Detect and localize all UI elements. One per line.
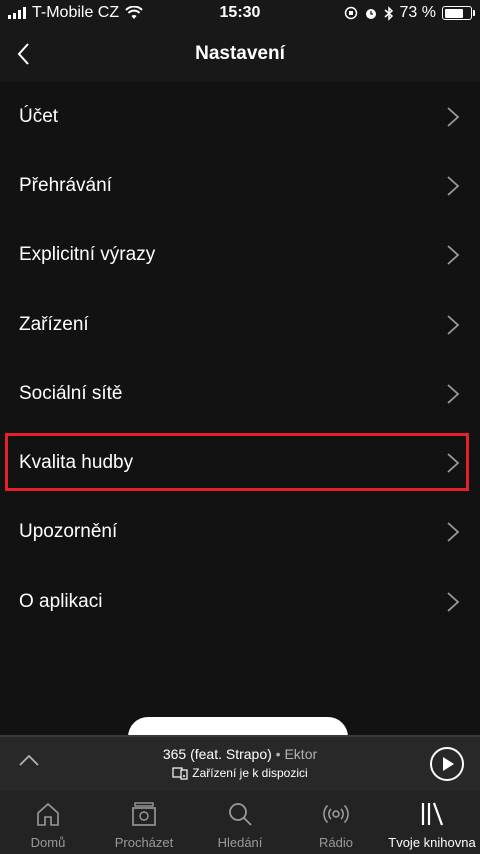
alarm-icon — [365, 9, 376, 19]
settings-item-prehravani[interactable]: Přehrávání — [0, 151, 480, 220]
settings-item-label: Sociální sítě — [19, 382, 123, 404]
track-artist: Ektor — [284, 746, 318, 762]
chevron-right-icon — [447, 592, 460, 612]
play-icon — [443, 757, 454, 771]
bluetooth-icon — [384, 5, 393, 21]
settings-item-label: Účet — [19, 105, 59, 127]
tab-browse[interactable]: Procházet — [96, 791, 192, 854]
tab-label: Tvoje knihovna — [388, 835, 476, 850]
tab-home[interactable]: Domů — [0, 791, 96, 854]
settings-item-label: Explicitní výrazy — [19, 244, 156, 266]
now-playing-track[interactable]: 365 (feat. Strapo) • Ektor — [0, 746, 480, 762]
chevron-right-icon — [447, 522, 460, 543]
tab-search[interactable]: Hledání — [192, 791, 288, 854]
tab-label: Procházet — [114, 835, 174, 850]
library-icon — [421, 802, 444, 826]
settings-item-label: Zařízení — [19, 313, 89, 335]
play-button[interactable] — [430, 747, 464, 781]
chevron-right-icon — [447, 453, 460, 473]
devices-icon — [172, 766, 188, 780]
orientation-lock-icon — [344, 6, 357, 20]
settings-item-o-aplikaci[interactable]: O aplikaci — [0, 567, 480, 636]
settings-list: Účet Přehrávání Explicitní výrazy Zaříze… — [0, 82, 480, 636]
settings-item-socialni-site[interactable]: Sociální sítě — [0, 359, 480, 428]
now-playing-bar[interactable]: 365 (feat. Strapo) • Ektor Zařízení je k… — [0, 735, 480, 791]
search-icon — [229, 803, 252, 826]
tab-label: Rádio — [319, 835, 353, 850]
settings-item-ucet[interactable]: Účet — [0, 82, 480, 151]
tab-label: Domů — [30, 835, 66, 850]
battery-icon — [442, 6, 475, 20]
chevron-right-icon — [447, 384, 460, 404]
browse-icon — [132, 802, 156, 826]
device-text: Zařízení je k dispozici — [192, 766, 308, 780]
tab-radio[interactable]: Rádio — [288, 791, 384, 854]
chevron-right-icon — [447, 314, 460, 335]
settings-item-label: Kvalita hudby — [19, 452, 134, 474]
tab-library[interactable]: Tvoje knihovna — [384, 791, 480, 854]
settings-item-explicitni-vyrazy[interactable]: Explicitní výrazy — [0, 221, 480, 290]
settings-item-label: O aplikaci — [19, 590, 103, 612]
settings-item-kvalita-hudby[interactable]: Kvalita hudby — [0, 428, 480, 497]
nav-header: Nastavení — [0, 26, 480, 82]
settings-item-upozorneni[interactable]: Upozornění — [0, 498, 480, 567]
settings-item-label: Přehrávání — [19, 174, 112, 196]
status-right: 73 % — [344, 4, 475, 22]
track-title: 365 (feat. Strapo) — [162, 746, 272, 762]
status-bar: T-Mobile CZ 15:30 73 % — [0, 0, 480, 26]
page-title: Nastavení — [195, 43, 285, 64]
chevron-right-icon — [447, 106, 460, 127]
settings-item-label: Upozornění — [19, 521, 118, 543]
settings-item-zarizeni[interactable]: Zařízení — [0, 290, 480, 359]
home-icon — [37, 802, 59, 826]
track-separator: • — [275, 746, 281, 762]
battery-percent: 73 % — [399, 4, 436, 21]
tab-bar: Domů Procházet Hledání Rádio Tvoje kniho… — [0, 791, 480, 854]
chevron-right-icon — [447, 176, 460, 196]
radio-icon — [323, 804, 349, 824]
chevron-right-icon — [447, 245, 460, 265]
tab-label: Hledání — [217, 835, 263, 850]
device-availability[interactable]: Zařízení je k dispozici — [0, 766, 480, 780]
